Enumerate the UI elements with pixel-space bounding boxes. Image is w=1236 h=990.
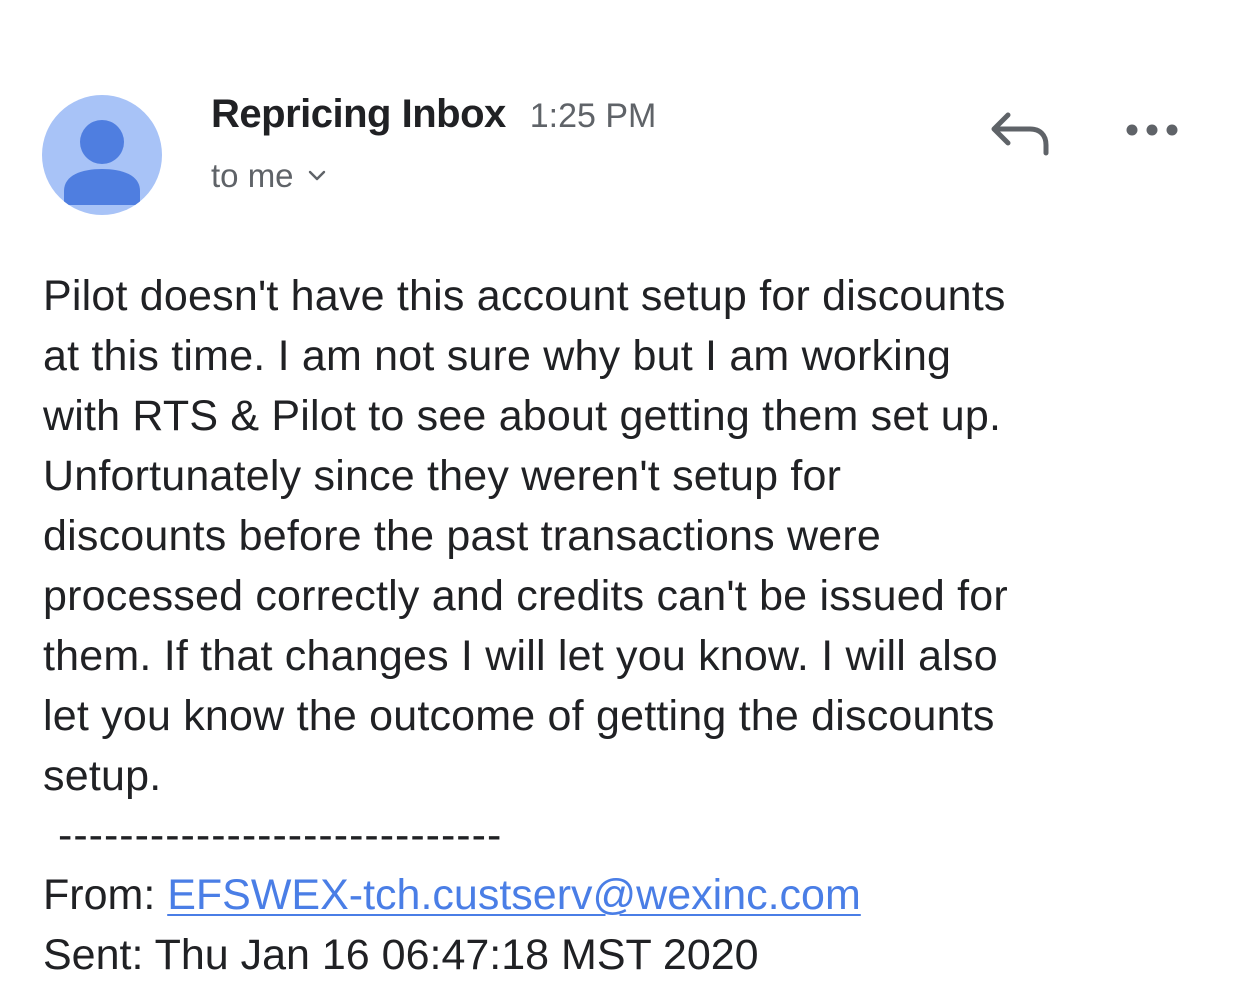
quoted-from-line: From: EFSWEX-tch.custserv@wexinc.com — [43, 865, 861, 925]
reply-button[interactable] — [988, 103, 1054, 159]
sender-row: Repricing Inbox 1:25 PM — [211, 92, 656, 137]
message-body: Pilot doesn't have this account setup fo… — [43, 272, 1008, 800]
sent-label: Sent: — [43, 931, 155, 979]
sent-value: Thu Jan 16 06:47:18 MST 2020 — [154, 931, 759, 979]
more-horizontal-icon — [1126, 124, 1178, 136]
email-view: Repricing Inbox 1:25 PM to me Pilot does… — [0, 0, 1236, 990]
reply-icon — [991, 112, 1049, 156]
quoted-sent-line: Sent: Thu Jan 16 06:47:18 MST 2020 — [43, 925, 759, 985]
chevron-down-icon — [308, 170, 325, 181]
sender-block: Repricing Inbox 1:25 PM to me — [211, 92, 656, 195]
recipient-label: to me — [211, 157, 294, 194]
sender-avatar[interactable] — [42, 95, 162, 215]
quoted-separator: ----------------------------- — [58, 811, 503, 859]
sender-name[interactable]: Repricing Inbox — [211, 92, 506, 137]
from-email-link[interactable]: EFSWEX-tch.custserv@wexinc.com — [167, 871, 861, 919]
recipient-details-toggle[interactable]: to me — [211, 157, 656, 195]
from-label: From: — [43, 871, 168, 919]
sent-time: 1:25 PM — [529, 97, 657, 135]
person-icon — [64, 120, 140, 205]
more-options-button[interactable] — [1122, 110, 1182, 150]
